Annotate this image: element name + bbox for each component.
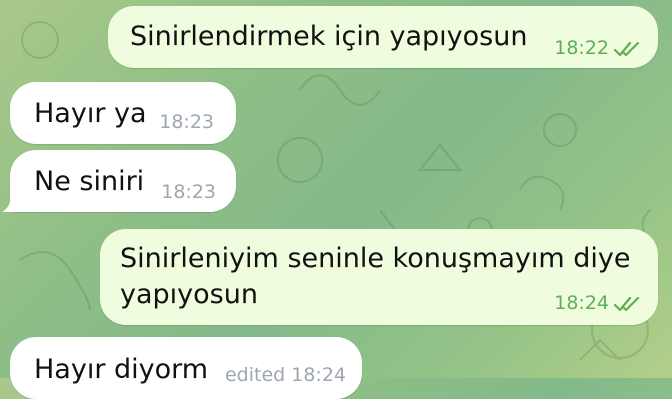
message-text-line: yapıyosun (120, 279, 258, 310)
message-time: 18:23 (161, 181, 216, 204)
message-meta: edited 18:24 (225, 363, 346, 388)
message-text: Hayır diyorm (34, 354, 209, 385)
incoming-message-bubble[interactable]: Ne siniri 18:23 (10, 150, 236, 212)
incoming-message-bubble[interactable]: Hayır ya 18:23 (10, 82, 236, 144)
message-edited-time: edited 18:24 (224, 364, 346, 386)
read-check-icon (614, 296, 640, 311)
message-meta: 18:23 (159, 110, 214, 135)
message-text: Sinirlendirmek için yapıyosun (130, 21, 528, 52)
message-meta: 18:24 (554, 291, 642, 316)
read-check-icon (614, 41, 640, 56)
message-meta: 18:23 (161, 180, 216, 205)
message-text: Ne siniri (34, 166, 145, 197)
message-list: Sinirlendirmek için yapıyosun 18:22 Hayı… (0, 0, 672, 399)
message-time: 18:24 (554, 292, 609, 315)
message-text: Hayır ya (34, 98, 147, 129)
outgoing-message-bubble[interactable]: Sinirleniyim seninle konuşmayım diye yap… (100, 229, 658, 325)
message-meta: 18:22 (554, 36, 642, 61)
message-text-line: Sinirleniyim seninle konuşmayım diye (120, 243, 631, 274)
outgoing-message-bubble[interactable]: Sinirlendirmek için yapıyosun 18:22 (108, 6, 658, 68)
message-time: 18:23 (159, 111, 214, 134)
message-time: 18:22 (554, 37, 609, 60)
bubble-tail-icon (2, 194, 18, 212)
incoming-message-bubble[interactable]: Hayır diyorm edited 18:24 (10, 337, 362, 399)
